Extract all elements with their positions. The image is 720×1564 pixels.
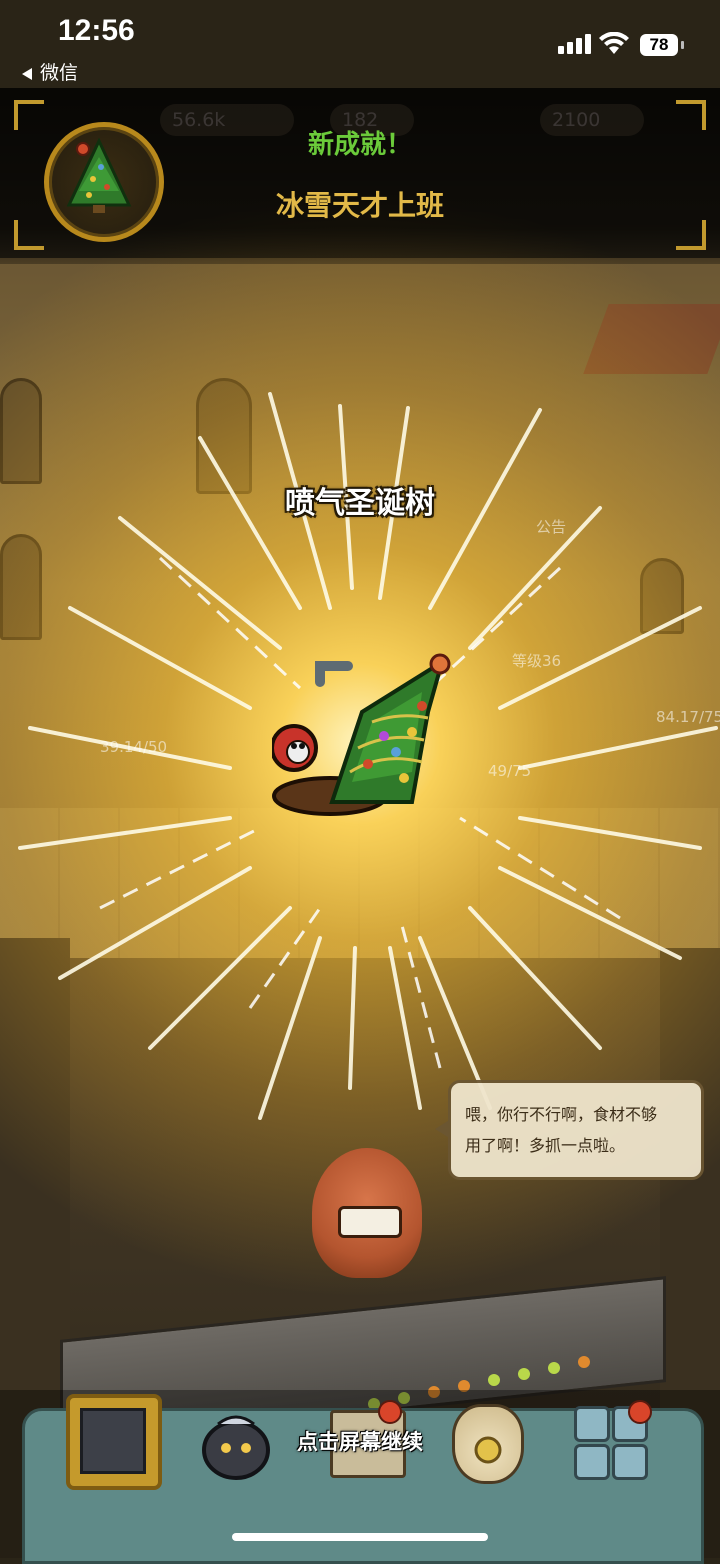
game-scene[interactable]: 公告 等级36 39.14/50 49/75 84.17/75 — [0, 88, 720, 1558]
home-indicator[interactable] — [232, 1533, 488, 1541]
back-label: 微信 — [40, 62, 79, 84]
octopus-mouth — [338, 1206, 402, 1238]
recipe-notification-dot — [378, 1400, 402, 1424]
counter-left: 39.14/50 — [100, 738, 168, 756]
wifi-icon — [599, 32, 629, 54]
frame-corner — [676, 220, 706, 250]
back-arrow-icon — [22, 67, 32, 80]
status-bar: 12:56 微信 78 — [0, 0, 720, 88]
signal-icon — [558, 34, 591, 54]
speech-bubble: 喂，你行不行啊，食材不够 用了啊！多抓一点啦。 — [435, 1080, 704, 1180]
achievement-banner: 56.6k 182 2100 新成就！ 冰雪天才上班 — [0, 88, 720, 264]
speech-line-2: 用了啊！多抓一点啦。 — [465, 1136, 626, 1155]
back-to-wechat[interactable]: 微信 — [22, 58, 78, 85]
menu-notification-dot — [628, 1400, 652, 1424]
reward-item-name: 喷气圣诞树 — [285, 486, 435, 521]
achievement-name: 冰雪天才上班 — [275, 189, 444, 222]
speech-line-1: 喂，你行不行啊，食材不够 — [465, 1105, 658, 1124]
battery-indicator: 78 — [640, 34, 684, 56]
counter-mid: 49/75 — [488, 762, 532, 780]
achievement-title: 新成就！ — [307, 130, 412, 160]
frame-corner — [14, 220, 44, 250]
jet-christmas-tree-icon — [272, 653, 451, 816]
octopus-chef[interactable] — [312, 1148, 422, 1278]
counter-right: 84.17/75 — [656, 708, 720, 726]
tap-to-continue-hint[interactable]: 点击屏幕继续 — [0, 1426, 720, 1456]
status-time: 12:56 — [58, 14, 135, 47]
level-label: 等级36 — [512, 652, 562, 670]
